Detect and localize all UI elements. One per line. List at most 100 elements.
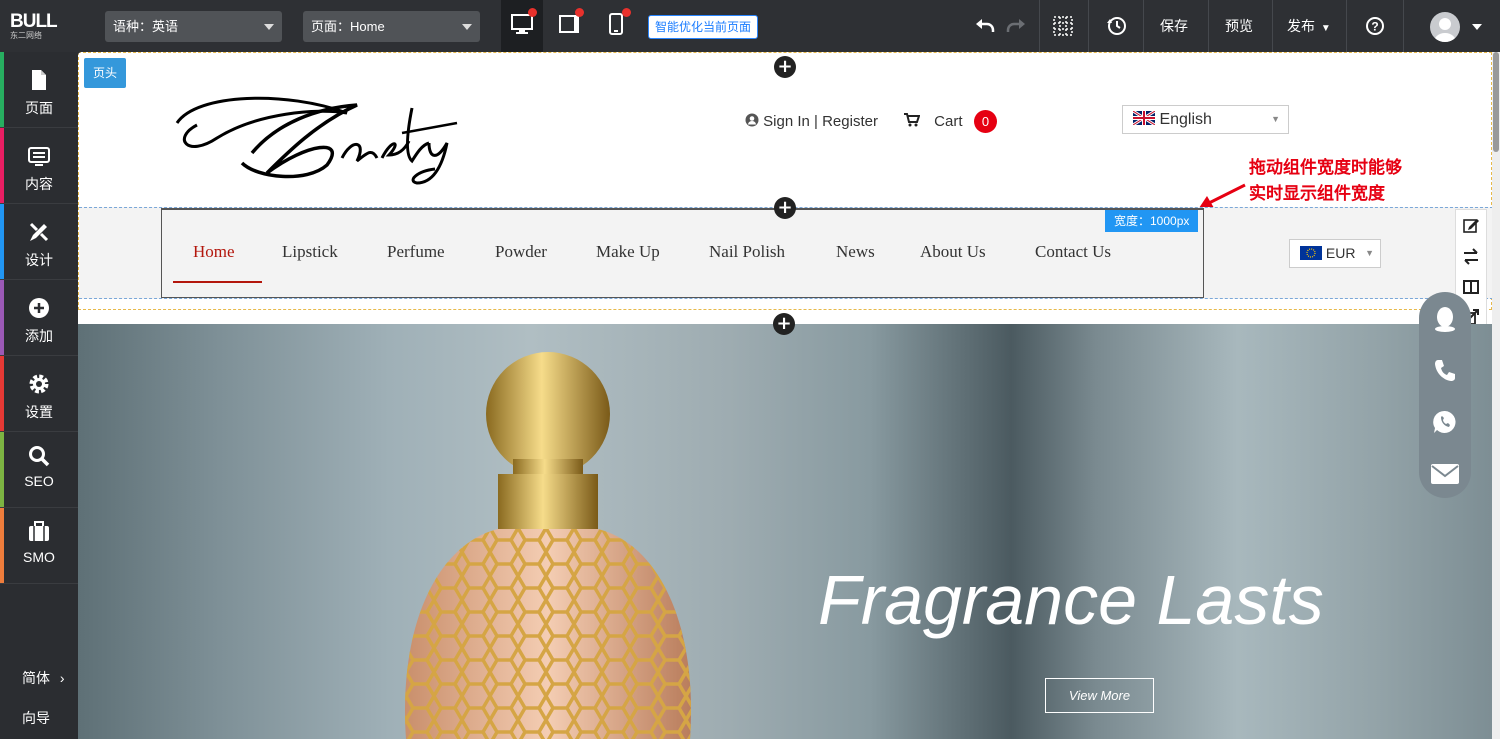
avatar[interactable] <box>1430 12 1460 42</box>
app-logo[interactable]: BULL 东二网络 <box>10 12 64 40</box>
add-section-icon[interactable]: + <box>773 313 795 335</box>
redo-icon[interactable] <box>1004 14 1028 38</box>
sidebar-item-page[interactable]: 页面 <box>0 52 78 128</box>
swap-icon[interactable] <box>1456 241 1486 272</box>
undo-icon[interactable] <box>973 14 997 38</box>
hero-title: Fragrance Lasts <box>818 561 1324 639</box>
uk-flag-icon <box>1132 109 1156 127</box>
caret-down-icon: ▼ <box>1320 23 1331 34</box>
qq-icon[interactable] <box>1433 306 1457 332</box>
guide-button[interactable]: 向导 <box>0 699 78 737</box>
mobile-view-button[interactable] <box>595 0 637 52</box>
search-icon <box>29 446 50 467</box>
toolbar-divider <box>1143 0 1144 52</box>
language-select[interactable]: 语种：英语 <box>105 11 282 42</box>
publish-button[interactable]: 发布 ▼ <box>1287 0 1331 52</box>
toolbar-divider <box>1403 0 1404 52</box>
annotation-line: 实时显示组件宽度 <box>1249 184 1385 203</box>
width-badge: 宽度：1000px <box>1105 210 1199 232</box>
language-switch[interactable]: 简体 › <box>0 659 78 697</box>
currency-select[interactable]: EUR ▼ <box>1289 239 1381 268</box>
sign-in-label: Sign In | Register <box>763 113 878 130</box>
cart-icon <box>904 113 921 127</box>
edit-icon[interactable] <box>1456 210 1486 241</box>
mail-icon[interactable] <box>1431 464 1459 484</box>
phone-icon[interactable] <box>1433 358 1457 382</box>
nav-item-home[interactable]: Home <box>193 242 235 262</box>
add-section-icon[interactable]: + <box>774 56 796 78</box>
save-button[interactable]: 保存 <box>1160 0 1188 52</box>
scrollbar[interactable] <box>1492 52 1500 739</box>
site-logo[interactable] <box>167 83 467 188</box>
toolbar-divider <box>1346 0 1347 52</box>
sidebar-item-add[interactable]: 添加 <box>0 280 78 356</box>
chevron-down-icon <box>264 24 274 30</box>
notification-dot <box>575 8 584 17</box>
section-tag[interactable]: 页头 <box>84 58 127 88</box>
grid-icon[interactable] <box>1051 14 1075 38</box>
hero-banner[interactable]: Fragrance Lasts View More <box>78 324 1492 739</box>
notification-dot <box>528 8 537 17</box>
tablet-view-button[interactable] <box>548 0 590 52</box>
nav-item-about-us[interactable]: About Us <box>920 242 986 262</box>
help-icon[interactable]: ? <box>1363 14 1387 38</box>
cart-count-badge: 0 <box>974 110 997 133</box>
nav-item-lipstick[interactable]: Lipstick <box>282 242 338 262</box>
annotation-note: 拖动组件宽度时能够 实时显示组件宽度 <box>1249 155 1402 207</box>
sidebar-color-bar <box>0 508 4 583</box>
sign-in-register-link[interactable]: Sign In | Register <box>745 113 878 130</box>
add-component-icon[interactable]: + <box>774 197 796 219</box>
optimize-page-button[interactable]: 智能优化当前页面 <box>648 15 759 39</box>
nav-item-perfume[interactable]: Perfume <box>387 242 445 262</box>
desktop-view-button[interactable] <box>501 0 543 52</box>
sidebar-item-label: 设置 <box>25 404 53 420</box>
nav-active-underline <box>173 281 262 283</box>
sidebar-item-label: 内容 <box>25 176 53 192</box>
history-icon[interactable] <box>1105 14 1129 38</box>
site-header-section[interactable]: 页头 + Sign In | Register Cart 0 English ▼… <box>78 52 1493 401</box>
sidebar-item-design[interactable]: 设计 <box>0 204 78 280</box>
account-caret-icon[interactable] <box>1470 20 1484 34</box>
nav-item-news[interactable]: News <box>836 242 875 262</box>
toolbar-divider <box>1088 0 1089 52</box>
sidebar-item-label: 设计 <box>25 252 53 268</box>
cart-label: Cart <box>934 113 963 130</box>
content-icon <box>28 147 50 166</box>
chevron-right-icon: › <box>59 670 65 686</box>
editor-canvas: 页头 + Sign In | Register Cart 0 English ▼… <box>78 52 1500 739</box>
left-sidebar: 页面 内容 设计 添加 设置 SEO SMO 简体 › 向导 <box>0 52 78 739</box>
language-switch-label: 简体 <box>22 670 50 686</box>
sidebar-item-label: SEO <box>24 473 54 489</box>
perfume-bottle-image <box>404 352 692 739</box>
sidebar-item-content[interactable]: 内容 <box>0 128 78 204</box>
sidebar-item-label: SMO <box>23 549 55 565</box>
briefcase-icon <box>29 521 49 541</box>
annotation-line: 拖动组件宽度时能够 <box>1249 158 1402 177</box>
toolbar-divider <box>1208 0 1209 52</box>
svg-text:?: ? <box>1371 20 1378 34</box>
whatsapp-icon[interactable] <box>1432 409 1458 435</box>
scrollbar-thumb[interactable] <box>1493 52 1499 152</box>
sidebar-item-label: 页面 <box>25 100 53 116</box>
user-icon <box>745 113 759 127</box>
nav-item-contact-us[interactable]: Contact Us <box>1035 242 1111 262</box>
sidebar-color-bar <box>0 432 4 507</box>
language-select-label: 语种：英语 <box>113 19 179 34</box>
toolbar-divider <box>1039 0 1040 52</box>
page-select[interactable]: 页面：Home <box>303 11 480 42</box>
nav-item-nail-polish[interactable]: Nail Polish <box>709 242 785 262</box>
design-icon <box>29 222 49 242</box>
cart-link[interactable]: Cart <box>904 113 963 130</box>
nav-item-make-up[interactable]: Make Up <box>596 242 660 262</box>
sidebar-item-seo[interactable]: SEO <box>0 432 78 508</box>
page-icon <box>32 70 46 90</box>
preview-button[interactable]: 预览 <box>1225 0 1253 52</box>
sidebar-item-settings[interactable]: 设置 <box>0 356 78 432</box>
site-language-select[interactable]: English ▼ <box>1122 105 1289 134</box>
nav-item-powder[interactable]: Powder <box>495 242 547 262</box>
top-toolbar: BULL 东二网络 语种：英语 页面：Home 智能优化当前页面 保存 预览 发… <box>0 0 1500 52</box>
view-more-button[interactable]: View More <box>1045 678 1154 713</box>
sidebar-item-smo[interactable]: SMO <box>0 508 78 584</box>
nav-bar-section: Home Lipstick Perfume Powder Make Up Nai… <box>79 207 1493 299</box>
main-nav[interactable]: Home Lipstick Perfume Powder Make Up Nai… <box>161 208 1204 298</box>
